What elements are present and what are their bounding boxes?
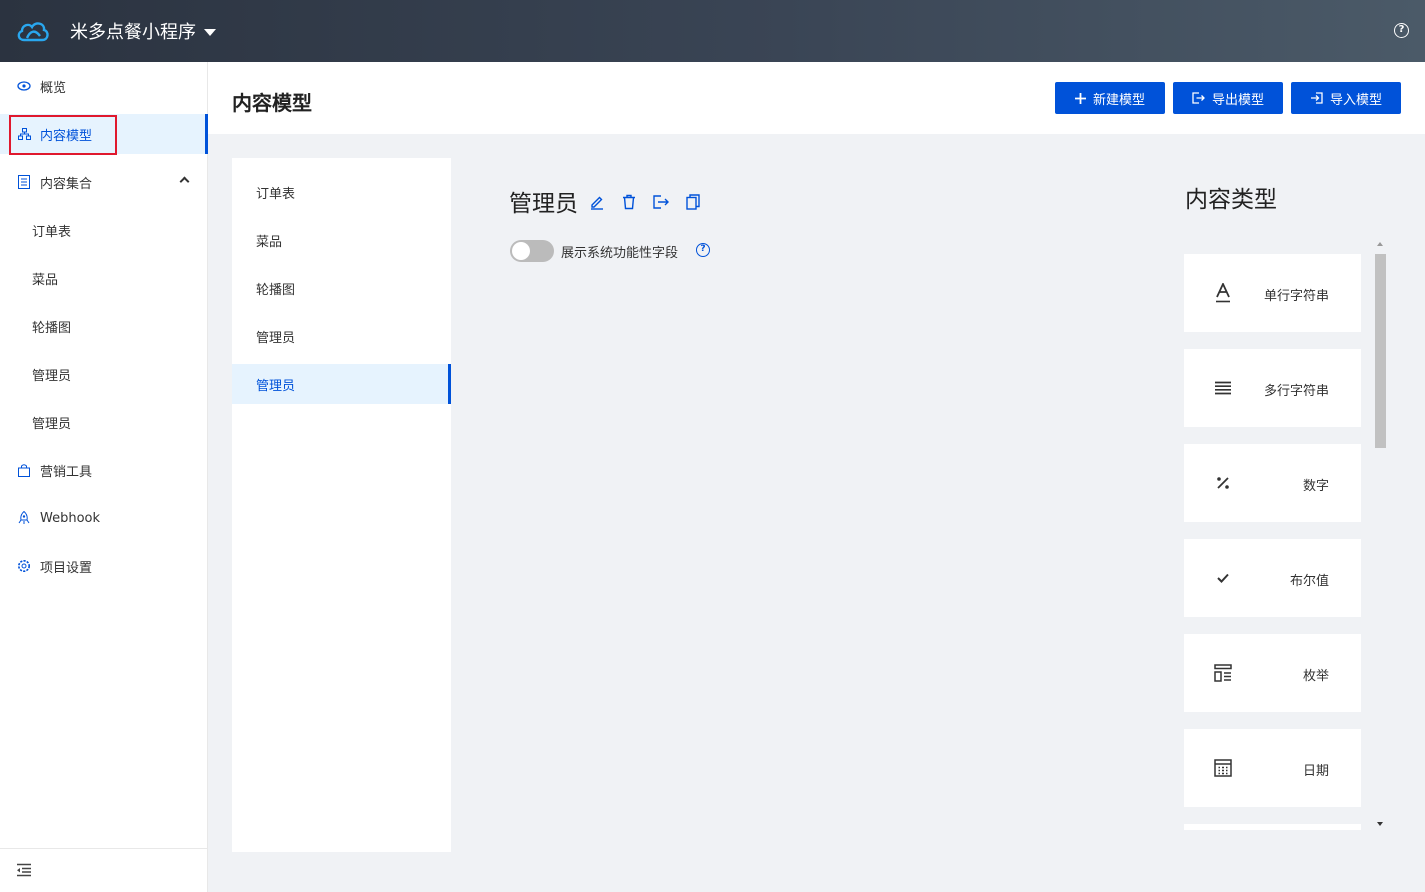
chevron-up-icon[interactable] (179, 176, 190, 187)
sidebar-subitem-dishes[interactable]: 菜品 (0, 258, 208, 298)
copy-icon[interactable] (685, 193, 701, 211)
system-fields-toggle-label: 展示系统功能性字段 (561, 246, 679, 261)
sidebar-item-label: 概览 (40, 80, 67, 96)
sidebar-item-marketing[interactable]: 营销工具 (0, 450, 208, 490)
sidebar-item-settings[interactable]: 项目设置 (0, 546, 208, 586)
text-a-icon (1212, 282, 1234, 304)
content-type-label: 枚举 (1302, 669, 1329, 684)
new-model-button[interactable]: 新建模型 (1055, 82, 1165, 114)
content-types-scrollbar[interactable] (1373, 242, 1387, 830)
export-model-button[interactable]: 导出模型 (1173, 82, 1283, 114)
sidebar-item-label: 管理员 (32, 368, 72, 384)
delete-icon[interactable] (621, 193, 637, 211)
scroll-up-arrow-icon[interactable] (1377, 242, 1383, 246)
model-name-heading: 管理员 (509, 191, 578, 217)
content-type-label: 数字 (1302, 479, 1329, 494)
import-model-button[interactable]: 导入模型 (1291, 82, 1401, 114)
page-title: 内容模型 (232, 91, 312, 115)
sidebar-item-label: 管理员 (32, 416, 72, 432)
sidebar-item-label: 菜品 (32, 272, 59, 288)
model-list-item-selected[interactable]: 管理员 (232, 364, 451, 404)
model-list-item[interactable]: 订单表 (232, 172, 451, 212)
sidebar-item-label: 订单表 (32, 224, 72, 240)
sidebar-item-content-collection[interactable]: 内容集合 (0, 162, 208, 202)
content-type-card[interactable]: 多行字符串 (1184, 349, 1361, 427)
eye-icon (17, 79, 31, 93)
caret-down-icon[interactable] (204, 28, 216, 36)
model-list-item[interactable]: 管理员 (232, 316, 451, 356)
sidebar-subitem-carousel[interactable]: 轮播图 (0, 306, 208, 346)
scroll-down-arrow-icon[interactable] (1377, 822, 1383, 826)
sidebar-item-overview[interactable]: 概览 (0, 66, 208, 106)
plus-icon (1074, 92, 1086, 104)
collapse-menu-icon[interactable] (16, 863, 32, 877)
sidebar-subitem-admin-1[interactable]: 管理员 (0, 354, 208, 394)
check-icon (1212, 567, 1234, 589)
content-type-card[interactable]: 布尔值 (1184, 539, 1361, 617)
top-bar: 米多点餐小程序 ? (0, 0, 1425, 62)
list-icon (17, 175, 31, 189)
export-model-icon[interactable] (653, 193, 669, 211)
sidebar-subitem-admin-2[interactable]: 管理员 (0, 402, 208, 442)
import-icon (1310, 92, 1323, 104)
question-circle-icon[interactable]: ? (696, 243, 710, 257)
content-type-card[interactable]: 枚举 (1184, 634, 1361, 712)
sidebar: 概览 内容模型 内容集合 订单表 菜品 轮播图 管理员 管理员 营销工具 Web… (0, 62, 208, 892)
content-type-card[interactable]: 数字 (1184, 444, 1361, 522)
model-list-item[interactable]: 菜品 (232, 220, 451, 260)
percent-icon (1212, 472, 1234, 494)
highlight-annotation-box (9, 115, 117, 155)
sidebar-item-label: Webhook (40, 510, 101, 526)
sidebar-subitem-orders[interactable]: 订单表 (0, 210, 208, 250)
enum-icon (1212, 662, 1234, 684)
content-type-label: 日期 (1302, 764, 1329, 779)
calendar-icon (1212, 757, 1234, 779)
app-switcher-label[interactable]: 米多点餐小程序 (70, 18, 196, 44)
sidebar-item-label: 轮播图 (32, 320, 72, 336)
sidebar-item-label: 营销工具 (40, 464, 93, 480)
help-icon[interactable]: ? (1394, 23, 1409, 38)
sidebar-footer (0, 848, 208, 892)
model-list: 订单表 菜品 轮播图 管理员 管理员 (232, 158, 451, 852)
content-type-card-partial (1184, 824, 1361, 830)
content-types-title: 内容类型 (1185, 187, 1277, 213)
content-type-label: 单行字符串 (1263, 289, 1329, 304)
bag-icon (17, 463, 31, 477)
lines-icon (1212, 377, 1234, 399)
cloud-logo-icon (17, 22, 49, 42)
sidebar-item-webhook[interactable]: Webhook (0, 498, 208, 538)
gear-icon (17, 559, 31, 573)
sidebar-item-label: 内容集合 (40, 176, 93, 192)
scrollbar-thumb[interactable] (1375, 254, 1386, 448)
model-actions (589, 193, 701, 211)
model-list-item[interactable]: 轮播图 (232, 268, 451, 308)
content-type-card[interactable]: 日期 (1184, 729, 1361, 807)
export-icon (1192, 92, 1205, 104)
content-type-card[interactable]: 单行字符串 (1184, 254, 1361, 332)
page-header: 内容模型 新建模型 导出模型 导入模型 (208, 62, 1425, 134)
rocket-icon (17, 511, 31, 525)
toggle-knob (512, 242, 530, 260)
edit-icon[interactable] (589, 193, 605, 211)
sidebar-item-label: 项目设置 (40, 560, 93, 576)
system-fields-toggle[interactable] (510, 240, 554, 262)
content-type-label: 多行字符串 (1263, 384, 1329, 399)
content-type-label: 布尔值 (1289, 574, 1329, 589)
